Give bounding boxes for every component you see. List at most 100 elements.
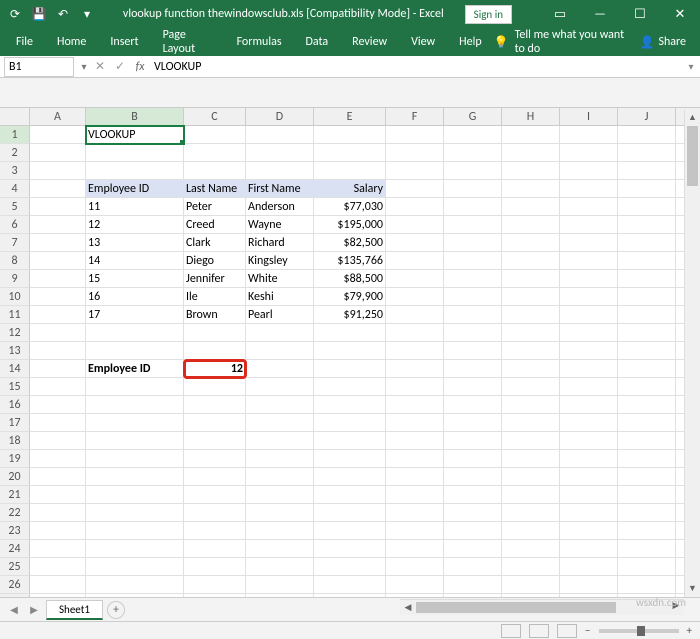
cell-G15[interactable] (444, 378, 502, 396)
cell-A15[interactable] (30, 378, 86, 396)
cell-J9[interactable] (618, 270, 676, 288)
cell-H8[interactable] (502, 252, 560, 270)
cell-H7[interactable] (502, 234, 560, 252)
cell-H5[interactable] (502, 198, 560, 216)
zoom-slider[interactable] (599, 629, 679, 633)
cell-E11[interactable]: $91,250 (314, 306, 386, 324)
cell-F20[interactable] (386, 468, 444, 486)
cell-A8[interactable] (30, 252, 86, 270)
cell-F12[interactable] (386, 324, 444, 342)
cell-H18[interactable] (502, 432, 560, 450)
row-header-26[interactable]: 26 (0, 576, 30, 594)
cell-A3[interactable] (30, 162, 86, 180)
tell-me-box[interactable]: 💡 Tell me what you want to do (494, 28, 630, 56)
redo-icon[interactable]: ▾ (78, 5, 96, 23)
cell-I11[interactable] (560, 306, 618, 324)
cell-G9[interactable] (444, 270, 502, 288)
cell-G13[interactable] (444, 342, 502, 360)
tab-review[interactable]: Review (340, 28, 399, 56)
cell-F11[interactable] (386, 306, 444, 324)
cell-D10[interactable]: Keshi (246, 288, 314, 306)
cell-H22[interactable] (502, 504, 560, 522)
cell-A11[interactable] (30, 306, 86, 324)
cell-A14[interactable] (30, 360, 86, 378)
cell-H26[interactable] (502, 576, 560, 594)
cell-B6[interactable]: 12 (86, 216, 184, 234)
cell-G5[interactable] (444, 198, 502, 216)
cell-F24[interactable] (386, 540, 444, 558)
cell-G23[interactable] (444, 522, 502, 540)
cell-H12[interactable] (502, 324, 560, 342)
cell-A16[interactable] (30, 396, 86, 414)
cell-J4[interactable] (618, 180, 676, 198)
expand-formula-icon[interactable]: ▾ (682, 60, 700, 73)
cell-E12[interactable] (314, 324, 386, 342)
cell-B24[interactable] (86, 540, 184, 558)
autosave-icon[interactable]: ⟳ (6, 5, 24, 23)
cell-E23[interactable] (314, 522, 386, 540)
cell-F5[interactable] (386, 198, 444, 216)
row-header-14[interactable]: 14 (0, 360, 30, 378)
cell-E26[interactable] (314, 576, 386, 594)
row-header-17[interactable]: 17 (0, 414, 30, 432)
cell-C20[interactable] (184, 468, 246, 486)
cell-J12[interactable] (618, 324, 676, 342)
cell-A25[interactable] (30, 558, 86, 576)
cell-C27[interactable] (184, 594, 246, 597)
cell-F19[interactable] (386, 450, 444, 468)
row-header-18[interactable]: 18 (0, 432, 30, 450)
cell-E6[interactable]: $195,000 (314, 216, 386, 234)
cell-J17[interactable] (618, 414, 676, 432)
fill-handle[interactable] (180, 140, 184, 144)
tab-home[interactable]: Home (45, 28, 98, 56)
cell-F7[interactable] (386, 234, 444, 252)
cell-B13[interactable] (86, 342, 184, 360)
cell-G24[interactable] (444, 540, 502, 558)
cell-A17[interactable] (30, 414, 86, 432)
tab-formulas[interactable]: Formulas (225, 28, 294, 56)
cell-J2[interactable] (618, 144, 676, 162)
cell-I17[interactable] (560, 414, 618, 432)
cell-I25[interactable] (560, 558, 618, 576)
cell-I5[interactable] (560, 198, 618, 216)
cell-C23[interactable] (184, 522, 246, 540)
scroll-up-icon[interactable]: ▲ (685, 110, 700, 126)
cell-J11[interactable] (618, 306, 676, 324)
cell-H11[interactable] (502, 306, 560, 324)
cell-A7[interactable] (30, 234, 86, 252)
cell-A13[interactable] (30, 342, 86, 360)
cell-C24[interactable] (184, 540, 246, 558)
row-header-5[interactable]: 5 (0, 198, 30, 216)
cell-B11[interactable]: 17 (86, 306, 184, 324)
col-header-e[interactable]: E (314, 108, 386, 126)
vscroll-thumb[interactable] (687, 126, 698, 186)
row-header-7[interactable]: 7 (0, 234, 30, 252)
cell-B9[interactable]: 15 (86, 270, 184, 288)
cell-A26[interactable] (30, 576, 86, 594)
cell-F18[interactable] (386, 432, 444, 450)
cell-D14[interactable] (246, 360, 314, 378)
cell-H6[interactable] (502, 216, 560, 234)
cell-H25[interactable] (502, 558, 560, 576)
cell-G18[interactable] (444, 432, 502, 450)
row-header-16[interactable]: 16 (0, 396, 30, 414)
row-header-25[interactable]: 25 (0, 558, 30, 576)
row-header-9[interactable]: 9 (0, 270, 30, 288)
namebox-dropdown-icon[interactable]: ▾ (78, 60, 90, 73)
cell-A22[interactable] (30, 504, 86, 522)
cell-E24[interactable] (314, 540, 386, 558)
cell-B21[interactable] (86, 486, 184, 504)
zoom-in-icon[interactable]: + (687, 624, 692, 637)
cell-A9[interactable] (30, 270, 86, 288)
cell-D26[interactable] (246, 576, 314, 594)
cell-B23[interactable] (86, 522, 184, 540)
cell-C9[interactable]: Jennifer (184, 270, 246, 288)
cell-D12[interactable] (246, 324, 314, 342)
cell-A23[interactable] (30, 522, 86, 540)
sheet-nav-next-icon[interactable]: ▶ (26, 603, 42, 616)
cell-A2[interactable] (30, 144, 86, 162)
cell-C4[interactable]: Last Name (184, 180, 246, 198)
tab-page-layout[interactable]: Page Layout (151, 28, 225, 56)
cell-J19[interactable] (618, 450, 676, 468)
cell-I14[interactable] (560, 360, 618, 378)
